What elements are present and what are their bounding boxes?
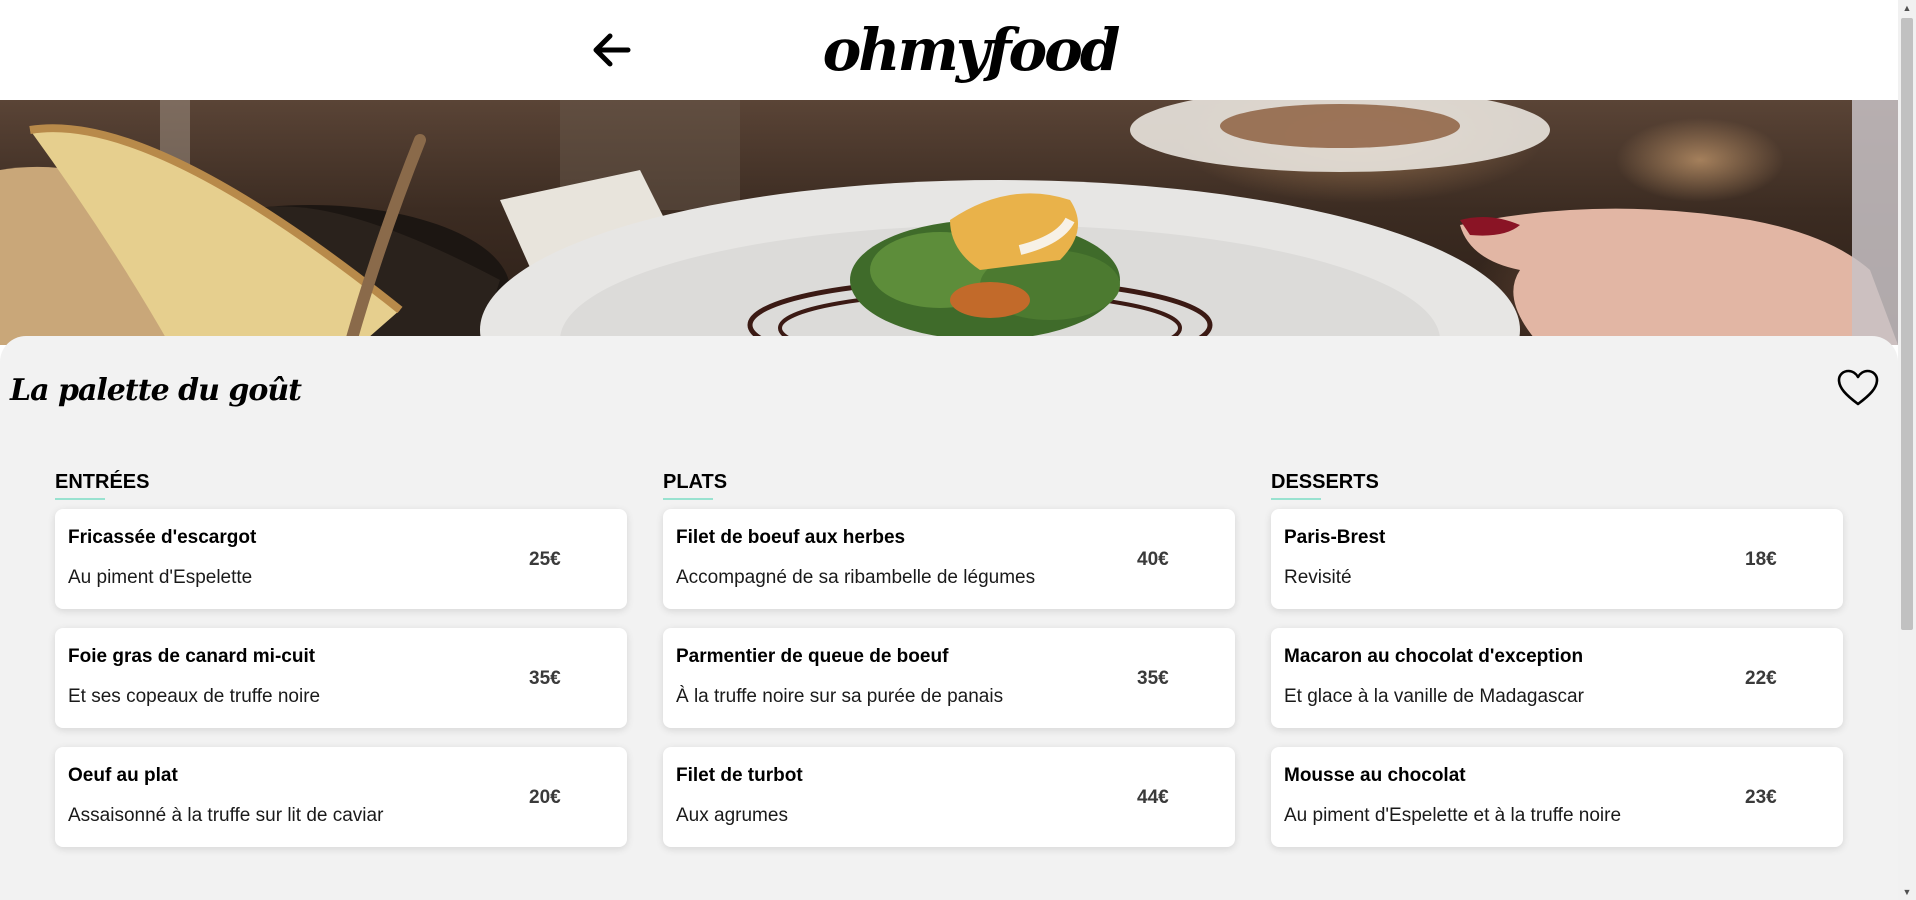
dish-description: Au piment d'Espelette et à la truffe noi… xyxy=(1284,805,1622,826)
dish-card[interactable]: Oeuf au plat Assaisonné à la truffe sur … xyxy=(55,747,627,847)
dish-name: Foie gras de canard mi-cuit xyxy=(68,646,316,667)
back-button[interactable] xyxy=(588,26,636,74)
dish-card[interactable]: Filet de turbot Aux agrumes 44€ xyxy=(663,747,1235,847)
dish-name: Paris-Brest xyxy=(1284,527,1386,548)
favorite-button[interactable] xyxy=(1836,366,1880,410)
heart-icon xyxy=(1837,369,1879,406)
restaurant-panel: La palette du goût ENTRÉES Fricassée d'e… xyxy=(0,336,1898,900)
section-title: PLATS xyxy=(663,470,1235,500)
dish-list: Fricassée d'escargot Au piment d'Espelet… xyxy=(55,509,627,847)
dish-description: À la truffe noire sur sa purée de panais xyxy=(676,686,1004,707)
scroll-up-arrow-icon[interactable]: ▲ xyxy=(1898,0,1916,16)
dish-price: 18€ xyxy=(1745,549,1777,570)
dish-name: Macaron au chocolat d'exception xyxy=(1284,646,1584,667)
dish-price: 44€ xyxy=(1137,787,1169,808)
restaurant-title: La palette du goût xyxy=(10,373,302,408)
dish-price: 35€ xyxy=(1137,668,1169,689)
dish-card[interactable]: Foie gras de canard mi-cuit Et ses copea… xyxy=(55,628,627,728)
dish-description: Assaisonné à la truffe sur lit de caviar xyxy=(68,805,384,826)
dish-card[interactable]: Paris-Brest Revisité 18€ xyxy=(1271,509,1843,609)
dish-price: 25€ xyxy=(529,549,561,570)
dish-description: Aux agrumes xyxy=(676,805,788,826)
dish-price: 40€ xyxy=(1137,549,1169,570)
site-logo[interactable]: ohmyfood xyxy=(800,8,1140,92)
dish-name: Mousse au chocolat xyxy=(1284,765,1466,786)
section-title: DESSERTS xyxy=(1271,470,1843,500)
dish-description: Accompagné de sa ribambelle de légumes xyxy=(676,567,1036,588)
menu-section-entrees: ENTRÉES Fricassée d'escargot Au piment d… xyxy=(55,470,627,847)
menu-section-plats: PLATS Filet de boeuf aux herbes Accompag… xyxy=(663,470,1235,847)
dish-name: Oeuf au plat xyxy=(68,765,178,786)
arrow-left-icon xyxy=(593,33,631,67)
dish-name: Fricassée d'escargot xyxy=(68,527,257,548)
dish-card[interactable]: Mousse au chocolat Au piment d'Espelette… xyxy=(1271,747,1843,847)
section-title: ENTRÉES xyxy=(55,470,627,500)
dish-name: Parmentier de queue de boeuf xyxy=(676,646,949,667)
hero-image xyxy=(0,100,1898,345)
menu-section-desserts: DESSERTS Paris-Brest Revisité 18€ Macaro… xyxy=(1271,470,1843,847)
dish-price: 35€ xyxy=(529,668,561,689)
dish-price: 23€ xyxy=(1745,787,1777,808)
dish-price: 22€ xyxy=(1745,668,1777,689)
dish-description: Revisité xyxy=(1284,567,1352,588)
dish-card[interactable]: Parmentier de queue de boeuf À la truffe… xyxy=(663,628,1235,728)
dish-list: Paris-Brest Revisité 18€ Macaron au choc… xyxy=(1271,509,1843,847)
dish-price: 20€ xyxy=(529,787,561,808)
dish-description: Au piment d'Espelette xyxy=(68,567,253,588)
page-scrollbar[interactable]: ▲ ▼ xyxy=(1898,0,1916,900)
dish-card[interactable]: Macaron au chocolat d'exception Et glace… xyxy=(1271,628,1843,728)
dish-card[interactable]: Filet de boeuf aux herbes Accompagné de … xyxy=(663,509,1235,609)
dish-description: Et glace à la vanille de Madagascar xyxy=(1284,686,1584,707)
site-header: ohmyfood xyxy=(0,0,1898,100)
dish-card[interactable]: Fricassée d'escargot Au piment d'Espelet… xyxy=(55,509,627,609)
dish-list: Filet de boeuf aux herbes Accompagné de … xyxy=(663,509,1235,847)
scroll-down-arrow-icon[interactable]: ▼ xyxy=(1898,884,1916,900)
scrollbar-thumb[interactable] xyxy=(1901,18,1913,630)
dish-description: Et ses copeaux de truffe noire xyxy=(68,686,321,707)
dish-name: Filet de boeuf aux herbes xyxy=(676,527,906,548)
dish-name: Filet de turbot xyxy=(676,765,803,786)
